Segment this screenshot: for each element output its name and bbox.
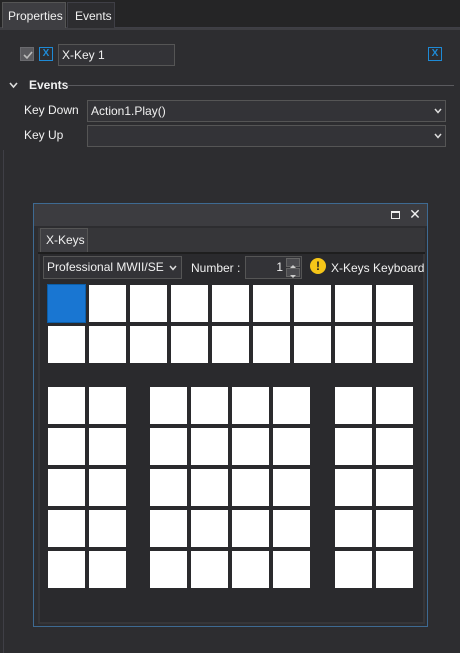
xkey-button[interactable] <box>334 325 373 364</box>
xkey-button[interactable] <box>190 550 229 589</box>
window-body: X-Keys Professional MWII/SE Number : 1 !… <box>38 228 425 624</box>
xkey-button[interactable] <box>88 468 127 507</box>
panel-border <box>3 150 4 653</box>
xkey-button[interactable] <box>149 550 188 589</box>
model-select[interactable]: Professional MWII/SE <box>43 256 182 279</box>
enabled-checkbox[interactable] <box>20 47 34 61</box>
check-icon <box>23 51 33 60</box>
chevron-down-icon <box>169 265 177 271</box>
xkey-button[interactable] <box>334 509 373 548</box>
xkey-button[interactable] <box>252 284 291 323</box>
section-title: Events <box>29 78 69 92</box>
xkey-button[interactable] <box>231 427 270 466</box>
xkey-button[interactable] <box>47 427 86 466</box>
xkey-button[interactable] <box>88 509 127 548</box>
chevron-down-icon <box>434 133 442 139</box>
xkey-button[interactable] <box>375 550 414 589</box>
keyboard-label: X-Keys Keyboard <box>331 261 425 275</box>
xkeys-window: ✕ X-Keys Professional MWII/SE Number : 1 <box>33 203 428 627</box>
spin-down-button[interactable] <box>286 268 300 278</box>
xkey-button[interactable] <box>129 284 168 323</box>
xkey-button[interactable] <box>129 325 168 364</box>
xkey-button[interactable] <box>375 325 414 364</box>
xkey-button[interactable] <box>375 427 414 466</box>
number-stepper[interactable]: 1 <box>245 256 302 279</box>
xkey-button[interactable] <box>190 468 229 507</box>
xkey-button[interactable] <box>88 427 127 466</box>
spinner <box>286 258 300 278</box>
xkey-button[interactable] <box>47 550 86 589</box>
xkey-button[interactable] <box>334 284 373 323</box>
chevron-down-icon <box>434 108 442 114</box>
key-down-combo[interactable]: Action1.Play() <box>87 100 446 122</box>
xkey-button[interactable] <box>272 386 311 425</box>
maximize-icon[interactable] <box>391 211 400 219</box>
xkey-button[interactable] <box>47 468 86 507</box>
xkey-button[interactable] <box>375 509 414 548</box>
xkey-button[interactable] <box>88 550 127 589</box>
number-label: Number : <box>191 261 241 275</box>
xkey-button[interactable] <box>149 509 188 548</box>
x-icon-button[interactable]: X <box>39 47 53 61</box>
chevron-down-icon <box>290 275 296 278</box>
xkey-button[interactable] <box>334 427 373 466</box>
xkey-button[interactable] <box>88 386 127 425</box>
xkey-button[interactable] <box>149 386 188 425</box>
warning-icon: ! <box>310 258 326 274</box>
xkey-button[interactable] <box>149 468 188 507</box>
xkey-button[interactable] <box>231 386 270 425</box>
spin-up-button[interactable] <box>286 258 300 268</box>
name-field[interactable]: X-Key 1 <box>58 44 175 66</box>
number-value: 1 <box>276 260 283 274</box>
xkey-button[interactable] <box>334 386 373 425</box>
xkey-button[interactable] <box>47 325 86 364</box>
xkey-button[interactable] <box>211 325 250 364</box>
xkey-button[interactable] <box>47 509 86 548</box>
xkey-button[interactable] <box>272 468 311 507</box>
xkey-button[interactable] <box>88 325 127 364</box>
key-up-label: Key Up <box>24 128 64 142</box>
chevron-down-icon <box>9 79 19 95</box>
window-titlebar[interactable]: ✕ <box>34 204 427 226</box>
xkey-button[interactable] <box>231 468 270 507</box>
tab-events[interactable]: Events <box>67 2 115 28</box>
events-section-header[interactable]: Events <box>9 77 68 93</box>
panel-tabbar: Properties Events <box>0 0 460 28</box>
xkey-button[interactable] <box>375 386 414 425</box>
key-down-label: Key Down <box>24 103 79 117</box>
xkey-button[interactable] <box>293 325 332 364</box>
tab-divider <box>0 28 460 30</box>
xkey-button[interactable] <box>190 427 229 466</box>
xkey-button[interactable] <box>293 284 332 323</box>
xkeys-content: Professional MWII/SE Number : 1 ! X-Keys… <box>40 254 425 622</box>
key-down-value: Action1.Play() <box>91 104 166 118</box>
xkey-button[interactable] <box>190 386 229 425</box>
tab-xkeys[interactable]: X-Keys <box>40 228 88 252</box>
tab-properties[interactable]: Properties <box>2 2 66 28</box>
x-icon-button-right[interactable]: X <box>428 47 442 61</box>
xkey-button-selected[interactable] <box>47 284 86 323</box>
xkey-button[interactable] <box>375 284 414 323</box>
xkey-button[interactable] <box>170 325 209 364</box>
xkey-button[interactable] <box>272 509 311 548</box>
model-select-value: Professional MWII/SE <box>47 260 164 274</box>
key-up-combo[interactable] <box>87 125 446 147</box>
xkey-button[interactable] <box>334 550 373 589</box>
section-divider <box>66 85 454 86</box>
xkey-button[interactable] <box>231 550 270 589</box>
xkey-button[interactable] <box>47 386 86 425</box>
xkey-button[interactable] <box>334 468 373 507</box>
xkey-button[interactable] <box>375 468 414 507</box>
xkey-button[interactable] <box>88 284 127 323</box>
xkey-button[interactable] <box>272 427 311 466</box>
xkey-button[interactable] <box>190 509 229 548</box>
xkey-button[interactable] <box>252 325 291 364</box>
xkey-button[interactable] <box>272 550 311 589</box>
close-icon[interactable]: ✕ <box>408 206 422 222</box>
xkey-button[interactable] <box>231 509 270 548</box>
xkey-button[interactable] <box>170 284 209 323</box>
xkey-button[interactable] <box>211 284 250 323</box>
xkey-button[interactable] <box>149 427 188 466</box>
